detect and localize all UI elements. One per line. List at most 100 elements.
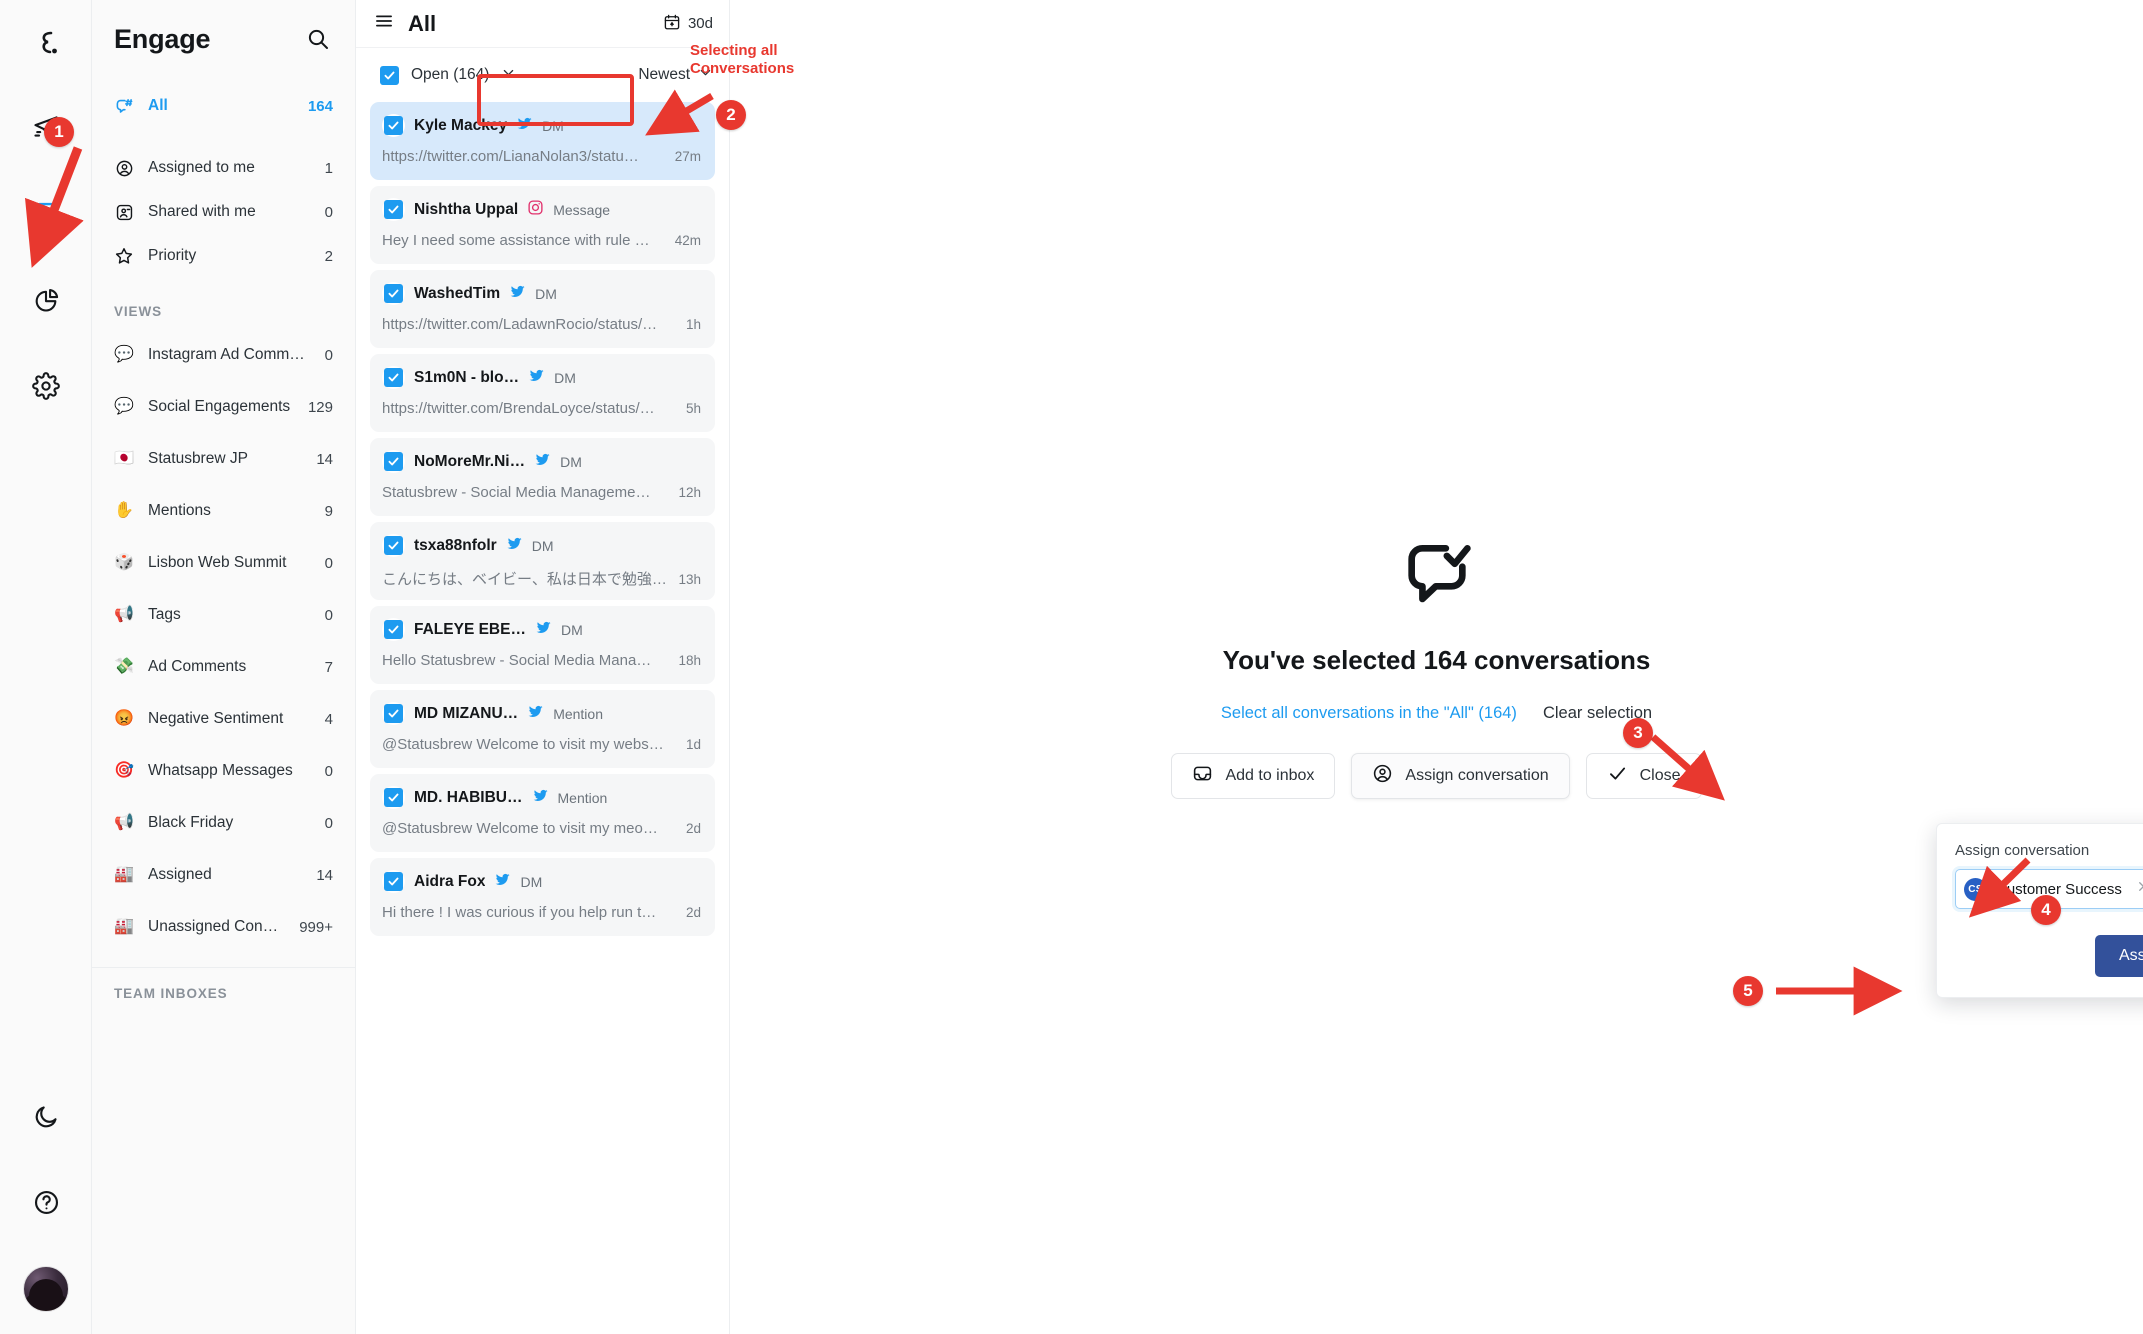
hamburger-menu-icon[interactable] (374, 11, 394, 36)
sidebar-item-ad-comments[interactable]: 💸 Ad Comments 7 (92, 641, 355, 693)
add-to-inbox-button[interactable]: Add to inbox (1171, 753, 1336, 799)
speech-balloon-icon: 💬 (114, 398, 134, 415)
row-checkbox[interactable] (384, 872, 403, 891)
sidebar-item-statusbrew-jp[interactable]: 🇯🇵 Statusbrew JP 14 (92, 433, 355, 485)
sidebar-item-mentions[interactable]: ✋ Mentions 9 (92, 485, 355, 537)
clear-selection-link[interactable]: Clear selection (1543, 704, 1652, 723)
sidebar-item-assigned-to-me[interactable]: Assigned to me 1 (92, 146, 355, 190)
date-filter[interactable]: 30d (663, 13, 713, 35)
sidebar-item-label: Priority (148, 247, 197, 264)
conversation-row[interactable]: NoMoreMr.Ni… DM Statusbrew - Social Medi… (370, 438, 715, 516)
help-icon[interactable] (24, 1180, 68, 1224)
sidebar-item-label: Instagram Ad Comments (148, 346, 311, 363)
inbox-icon[interactable] (24, 192, 68, 236)
conversation-list-header: All 30d (356, 0, 729, 48)
japan-flag-icon: 🇯🇵 (114, 450, 134, 467)
conversation-row[interactable]: WashedTim DM https://twitter.com/LadawnR… (370, 270, 715, 348)
row-checkbox-wrap[interactable] (382, 198, 405, 221)
sidebar-item-lisbon-web-summit[interactable]: 🎲 Lisbon Web Summit 0 (92, 537, 355, 589)
assign-submit-button[interactable]: Assign (2094, 935, 2143, 977)
row-checkbox[interactable] (384, 452, 403, 471)
search-icon[interactable] (303, 24, 333, 54)
sidebar-item-unassigned-conversations[interactable]: 🏭 Unassigned Conversati… 999+ (92, 901, 355, 953)
game-die-icon: 🎲 (114, 554, 134, 571)
conversation-time: 12h (678, 485, 701, 500)
status-filter-dropdown[interactable]: Open (164) (374, 60, 526, 90)
conversation-row[interactable]: Aidra Fox DM Hi there ! I was curious if… (370, 858, 715, 936)
row-checkbox[interactable] (384, 284, 403, 303)
row-checkbox-wrap[interactable] (382, 618, 405, 641)
row-checkbox[interactable] (384, 200, 403, 219)
row-checkbox[interactable] (384, 704, 403, 723)
check-icon (1607, 763, 1628, 789)
assignee-select[interactable]: CS Customer Success (1955, 869, 2143, 909)
publish-icon[interactable] (24, 106, 68, 150)
row-checkbox-wrap[interactable] (382, 870, 405, 893)
sidebar-item-shared-with-me[interactable]: Shared with me 0 (92, 190, 355, 234)
row-checkbox-wrap[interactable] (382, 702, 405, 725)
shared-person-icon (114, 202, 134, 222)
avatar[interactable] (23, 1266, 69, 1312)
sidebar-item-label: Black Friday (148, 814, 234, 831)
sidebar-item-label: Assigned (148, 866, 212, 883)
row-checkbox[interactable] (384, 536, 403, 555)
conversation-row[interactable]: S1m0N - blo… DM https://twitter.com/Bren… (370, 354, 715, 432)
conversation-list[interactable]: Kyle Mackey DM https://twitter.com/Liana… (356, 102, 729, 1334)
sidebar-item-label: Whatsapp Messages (148, 762, 293, 779)
row-checkbox-wrap[interactable] (382, 534, 405, 557)
row-checkbox-wrap[interactable] (382, 450, 405, 473)
conversation-row[interactable]: Kyle Mackey DM https://twitter.com/Liana… (370, 102, 715, 180)
row-checkbox-wrap[interactable] (382, 366, 405, 389)
close-icon[interactable] (2136, 879, 2143, 899)
close-button[interactable]: Close (1585, 753, 1702, 799)
conversation-name: S1m0N - blo… (414, 368, 520, 386)
sidebar-item-priority[interactable]: Priority 2 (92, 234, 355, 278)
reports-icon[interactable] (24, 278, 68, 322)
sidebar-views-list: 💬 Instagram Ad Comments 0 💬 Social Engag… (92, 329, 355, 953)
sidebar-item-tags[interactable]: 📢 Tags 0 (92, 589, 355, 641)
sidebar-item-social-engagements[interactable]: 💬 Social Engagements 129 (92, 381, 355, 433)
settings-icon[interactable] (24, 364, 68, 408)
sidebar-item-instagram-ad-comments[interactable]: 💬 Instagram Ad Comments 0 (92, 329, 355, 381)
conversation-time: 2d (685, 905, 701, 920)
factory-icon: 🏭 (114, 866, 134, 883)
select-all-checkbox[interactable] (380, 65, 399, 85)
dark-mode-icon[interactable] (24, 1094, 68, 1138)
row-checkbox-wrap[interactable] (382, 786, 405, 809)
row-checkbox-wrap[interactable] (382, 282, 405, 305)
main-pane: You've selected 164 conversations Select… (730, 0, 2143, 1334)
sidebar-item-black-friday[interactable]: 📢 Black Friday 0 (92, 797, 355, 849)
bulk-action-buttons: Add to inbox Assign conversation Close (1077, 753, 1797, 799)
sidebar-item-negative-sentiment[interactable]: 😡 Negative Sentiment 4 (92, 693, 355, 745)
button-label: Add to inbox (1225, 767, 1315, 784)
select-all-conversations-link[interactable]: Select all conversations in the "All" (1… (1221, 704, 1517, 723)
team-inboxes-group-header: TEAM INBOXES (114, 986, 228, 1001)
conversation-time: 2d (685, 821, 701, 836)
assign-conversation-popover: Assign conversation CS Customer Success … (1936, 823, 2143, 998)
sort-dropdown[interactable]: Newest (638, 65, 713, 85)
sidebar-item-label: Ad Comments (148, 658, 247, 675)
conversation-name: Kyle Mackey (414, 116, 508, 134)
views-group-header: VIEWS (114, 304, 163, 319)
raised-hand-icon: ✋ (114, 502, 134, 519)
conversation-time: 42m (674, 233, 701, 248)
sidebar: Engage All 164 Assigned to me 1 Shared w… (92, 0, 356, 1334)
sidebar-item-whatsapp-messages[interactable]: 🎯 Whatsapp Messages 0 (92, 745, 355, 797)
statusbrew-logo[interactable] (23, 22, 69, 68)
row-checkbox[interactable] (384, 116, 403, 135)
sort-label: Newest (638, 66, 690, 83)
row-checkbox[interactable] (384, 368, 403, 387)
row-checkbox[interactable] (384, 620, 403, 639)
conversation-row[interactable]: MD. HABIBU… Mention @Statusbrew Welcome … (370, 774, 715, 852)
conversation-row[interactable]: Nishtha Uppal Message Hey I need some as… (370, 186, 715, 264)
conversation-row[interactable]: FALEYE EBE… DM Hello Statusbrew - Social… (370, 606, 715, 684)
sidebar-item-assigned[interactable]: 🏭 Assigned 14 (92, 849, 355, 901)
conversation-row[interactable]: tsxa88nfolr DM こんにちは、ベイビー、私は日本で勉強… 13h (370, 522, 715, 600)
row-checkbox[interactable] (384, 788, 403, 807)
angry-face-icon: 😡 (114, 710, 134, 727)
conversation-row[interactable]: MD MIZANU… Mention @Statusbrew Welcome t… (370, 690, 715, 768)
sidebar-item-all[interactable]: All 164 (92, 84, 355, 128)
row-checkbox-wrap[interactable] (382, 114, 405, 137)
assign-conversation-button[interactable]: Assign conversation (1351, 753, 1570, 799)
sidebar-item-label: Social Engagements (148, 398, 291, 415)
